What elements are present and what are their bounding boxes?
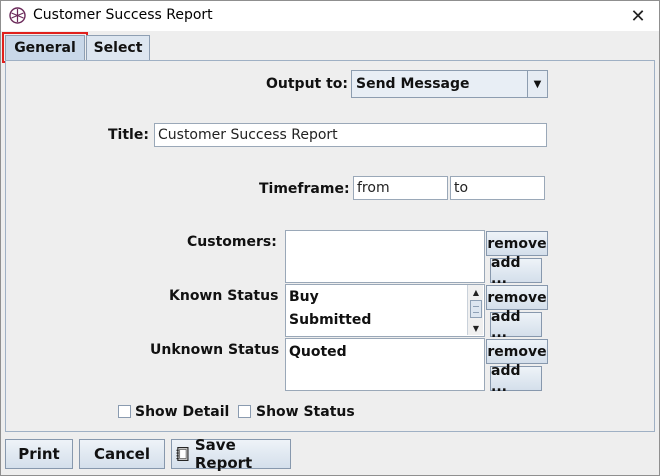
show-status-checkbox[interactable] [238, 405, 251, 418]
show-detail-checkbox[interactable] [118, 405, 131, 418]
scroll-thumb[interactable] [470, 300, 482, 318]
output-to-label: Output to: [266, 76, 349, 92]
close-icon: ✕ [630, 5, 646, 27]
customers-label: Customers: [187, 234, 277, 250]
save-report-label: Save Report [194, 436, 253, 472]
title-bar: Customer Success Report ✕ [1, 1, 659, 31]
tab-strip: General Select [2, 31, 658, 63]
scroll-down-icon[interactable]: ▼ [469, 322, 483, 334]
app-logo-icon [9, 7, 26, 24]
timeframe-label: Timeframe: [259, 181, 350, 197]
show-detail-label: Show Detail [135, 404, 230, 420]
unknown-status-label: Unknown Status [150, 342, 280, 358]
save-report-button[interactable]: Save Report [171, 436, 291, 472]
list-item[interactable]: Submitted [289, 312, 371, 328]
known-status-scrollbar[interactable]: ▲ ▼ [467, 285, 483, 335]
notebook-icon [176, 447, 189, 461]
show-status-label: Show Status [256, 404, 355, 420]
cancel-button[interactable]: Cancel [79, 439, 165, 469]
title-label: Title: [108, 127, 149, 143]
timeframe-to-input[interactable]: to [450, 176, 545, 200]
tab-select[interactable]: Select [86, 35, 150, 60]
timeframe-from-input[interactable]: from [353, 176, 448, 200]
known-status-add-button[interactable]: add ... [490, 309, 542, 341]
tab-general[interactable]: General [2, 32, 88, 63]
customers-add-button[interactable]: add ... [490, 255, 542, 287]
unknown-status-remove-button[interactable]: remove [486, 339, 548, 364]
output-to-value: Send Message [356, 76, 470, 92]
customers-list[interactable] [285, 230, 485, 283]
title-input[interactable]: Customer Success Report [154, 123, 547, 147]
unknown-status-list[interactable]: Quoted [285, 338, 485, 391]
known-status-list[interactable]: Buy Submitted [285, 284, 485, 337]
customers-remove-button[interactable]: remove [486, 231, 548, 256]
dropdown-arrow-icon[interactable]: ▼ [527, 71, 547, 97]
list-item[interactable]: Buy [289, 289, 319, 305]
known-status-remove-button[interactable]: remove [486, 285, 548, 310]
known-status-label: Known Status [169, 288, 279, 304]
window-title: Customer Success Report [33, 7, 213, 23]
close-button[interactable]: ✕ [623, 3, 653, 29]
list-item[interactable]: Quoted [289, 344, 347, 360]
unknown-status-add-button[interactable]: add ... [490, 363, 542, 395]
output-to-dropdown[interactable]: Send Message ▼ [351, 70, 548, 98]
report-dialog: Customer Success Report ✕ General Select… [0, 0, 660, 476]
print-button[interactable]: Print [5, 439, 73, 469]
scroll-up-icon[interactable]: ▲ [469, 286, 483, 298]
